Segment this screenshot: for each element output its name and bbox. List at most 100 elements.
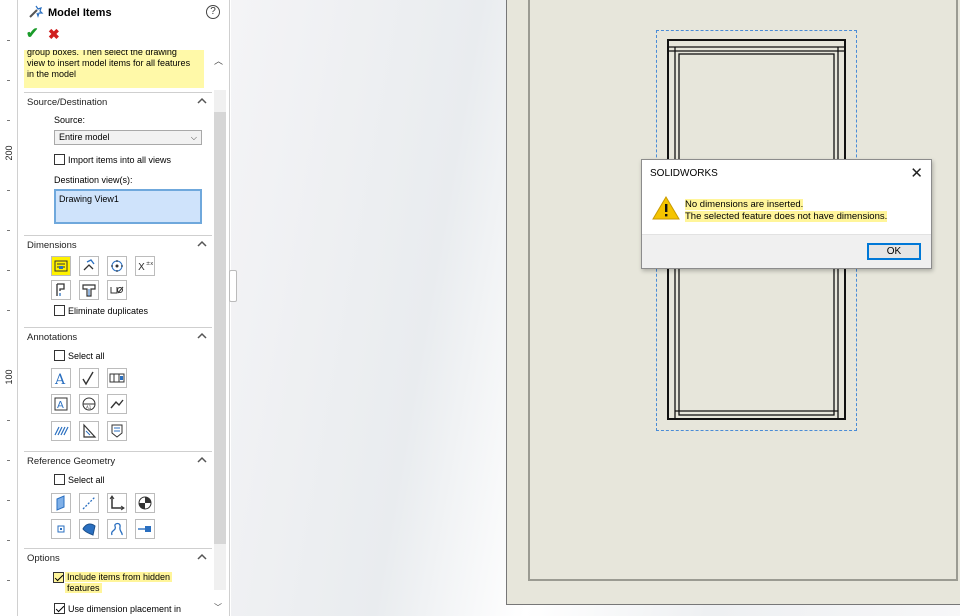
destination-views-list[interactable]: Drawing View1 [54, 189, 202, 224]
chevron-down-icon[interactable]: ﹀ [214, 602, 222, 613]
use-dimension-placement-checkbox[interactable] [54, 603, 65, 614]
weld-symbol-icon[interactable] [107, 394, 127, 414]
datum-target-icon[interactable] [107, 368, 127, 388]
svg-text:A1: A1 [86, 405, 92, 410]
annotations-section: Annotations Select all A A A1 [24, 327, 212, 449]
import-into-all-views-label: Import items into all views [68, 155, 172, 165]
origin-icon[interactable] [107, 493, 127, 513]
dialog-title: SOLIDWORKS [650, 168, 718, 179]
source-dropdown[interactable]: Entire model ⌵ [54, 130, 202, 145]
dialog-footer: OK [642, 234, 931, 268]
point-icon[interactable] [51, 519, 71, 539]
ok-button[interactable]: OK [867, 243, 921, 260]
ruler-tick [7, 460, 10, 461]
chevron-up-icon[interactable] [196, 238, 208, 250]
model-items-property-manager: Model Items ? ✔ ✖ group boxes. Then sele… [18, 0, 230, 616]
annotations-select-all-checkbox[interactable] [54, 350, 65, 361]
marked-for-drawing-icon[interactable] [51, 256, 71, 276]
svg-text:±x: ±x [146, 261, 153, 267]
hole-wizard-locations-icon[interactable] [79, 280, 99, 300]
svg-text:A: A [57, 400, 64, 411]
ruler-tick [7, 120, 10, 121]
section-title[interactable]: Reference Geometry [27, 456, 115, 467]
datum-feature-icon[interactable]: A1 [79, 394, 99, 414]
note-icon[interactable]: A [51, 368, 71, 388]
chevron-up-icon[interactable] [196, 95, 208, 107]
close-icon[interactable]: ✕ [910, 164, 923, 182]
ruler-tick [7, 420, 10, 421]
source-destination-section: Source/Destination Source: Entire model … [24, 92, 212, 230]
axis-icon[interactable] [79, 493, 99, 513]
ruler-label-200: 200 [4, 145, 14, 161]
use-dimension-placement-label: Use dimension placement in [68, 604, 182, 614]
dialog-message-line-2: The selected feature does not have dimen… [685, 211, 888, 222]
ruler-tick [7, 540, 10, 541]
chevron-up-icon[interactable] [196, 454, 208, 466]
section-title[interactable]: Annotations [27, 332, 77, 343]
center-of-mass-icon[interactable] [135, 493, 155, 513]
caterpillar-icon[interactable] [107, 421, 127, 441]
not-marked-for-drawing-icon[interactable] [79, 256, 99, 276]
ok-checkmark-button[interactable]: ✔ [26, 26, 40, 42]
solidworks-message-dialog: SOLIDWORKS ✕ No dimensions are inserted.… [641, 159, 932, 269]
chevron-down-icon: ⌵ [190, 133, 197, 142]
ruler-tick [7, 190, 10, 191]
ruler-tick [7, 40, 10, 41]
section-title[interactable]: Options [27, 553, 60, 564]
surface-finish-icon[interactable] [79, 368, 99, 388]
plane-icon[interactable] [51, 493, 71, 513]
surface-icon[interactable] [79, 519, 99, 539]
model-items-icon [28, 4, 44, 20]
svg-text:X: X [138, 262, 145, 273]
message-box: group boxes. Then select the drawing vie… [24, 50, 204, 88]
balloon-icon[interactable]: A [51, 394, 71, 414]
panel-title: Model Items [48, 7, 112, 19]
help-icon[interactable]: ? [206, 5, 220, 19]
vertical-ruler: 200 100 [0, 0, 18, 616]
ruler-tick [7, 580, 10, 581]
svg-text:A: A [54, 372, 66, 386]
chevron-up-icon[interactable] [196, 330, 208, 342]
eliminate-duplicates-checkbox[interactable] [54, 305, 65, 316]
message-line: in the model [27, 69, 77, 79]
dimensions-section: Dimensions X ±x Eliminate duplicates [24, 235, 212, 325]
import-into-all-views-checkbox[interactable] [54, 154, 65, 165]
hole-callout-icon[interactable] [107, 280, 127, 300]
source-label: Source: [54, 115, 86, 125]
route-point-icon[interactable] [135, 519, 155, 539]
reference-select-all-label: Select all [68, 475, 105, 485]
section-title[interactable]: Source/Destination [27, 97, 107, 108]
reference-select-all-checkbox[interactable] [54, 474, 65, 485]
source-value: Entire model [59, 132, 110, 142]
ruler-tick [7, 80, 10, 81]
geometric-tolerance-icon[interactable] [79, 421, 99, 441]
panel-scrollbar-thumb[interactable] [214, 112, 226, 544]
ruler-label-100: 100 [4, 369, 14, 385]
cosmetic-thread-icon[interactable] [51, 421, 71, 441]
hole-wizard-profiles-icon[interactable] [51, 280, 71, 300]
curve-icon[interactable] [107, 519, 127, 539]
include-hidden-features-label-cont: features [65, 583, 102, 593]
destination-item[interactable]: Drawing View1 [59, 194, 119, 204]
destination-label: Destination view(s): [54, 175, 133, 185]
ruler-tick [7, 230, 10, 231]
chevron-up-icon[interactable] [196, 551, 208, 563]
chevron-up-icon[interactable]: ︿ [214, 54, 223, 67]
graphics-area[interactable] [231, 0, 960, 616]
message-line: group boxes. Then select the drawing [27, 50, 177, 57]
instance-counts-icon[interactable] [107, 256, 127, 276]
warning-icon [652, 196, 680, 223]
include-hidden-features-checkbox[interactable] [53, 572, 64, 583]
section-title[interactable]: Dimensions [27, 240, 77, 251]
dialog-message-line-1: No dimensions are inserted. [685, 199, 804, 210]
eliminate-duplicates-label: Eliminate duplicates [68, 306, 149, 316]
ruler-tick [7, 310, 10, 311]
panel-splitter-handle[interactable] [229, 270, 237, 302]
cancel-x-button[interactable]: ✖ [48, 26, 62, 42]
annotations-select-all-label: Select all [68, 351, 105, 361]
message-line: view to insert model items for all featu… [27, 58, 191, 68]
ruler-tick [7, 500, 10, 501]
reference-geometry-section: Reference Geometry Select all [24, 451, 212, 546]
tolerance-dimensions-icon[interactable]: X ±x [135, 256, 155, 276]
include-hidden-features-label: Include items from hidden [65, 572, 173, 582]
